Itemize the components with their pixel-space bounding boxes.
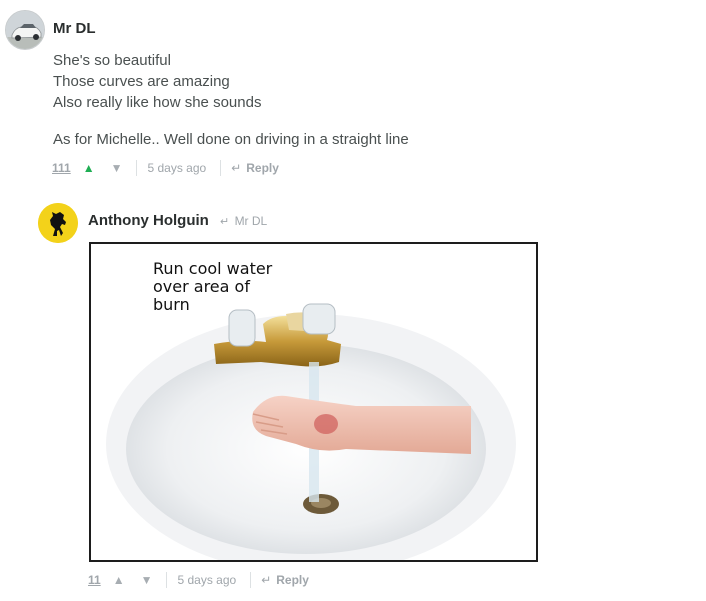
timestamp[interactable]: 5 days ago xyxy=(147,161,206,175)
vote-count[interactable]: 11 xyxy=(88,573,101,587)
comment-author[interactable]: Mr DL xyxy=(53,20,96,37)
divider xyxy=(166,572,168,588)
caption-line: Run cool water xyxy=(153,259,273,278)
image-caption: Run cool water over area of burn xyxy=(153,260,272,314)
reply-button[interactable]: ↵ Reply xyxy=(261,573,309,587)
reply-label: Reply xyxy=(246,161,279,175)
divider xyxy=(136,160,138,176)
reply-to[interactable]: ↵ Mr DL xyxy=(220,214,267,228)
reply-arrow-icon: ↵ xyxy=(220,216,230,228)
comment-line: Also really like how she sounds xyxy=(53,94,262,111)
comment-line: As for Michelle.. Well done on driving i… xyxy=(53,131,409,148)
caption-line: over area of xyxy=(153,277,250,296)
reply-arrow-icon: ↵ xyxy=(261,573,272,587)
user-avatar[interactable] xyxy=(5,10,45,50)
timestamp[interactable]: 5 days ago xyxy=(177,573,236,587)
car-avatar-icon xyxy=(6,11,44,49)
reply-to-name: Mr DL xyxy=(234,214,268,228)
downvote-icon[interactable]: ▼ xyxy=(111,161,123,175)
upvote-icon[interactable]: ▲ xyxy=(83,161,95,175)
comment-body: She's so beautiful Those curves are amaz… xyxy=(53,50,409,150)
vote-count[interactable]: 111 xyxy=(52,161,71,175)
caption-line: burn xyxy=(153,295,190,314)
upvote-icon[interactable]: ▲ xyxy=(113,573,125,587)
reply-arrow-icon: ↵ xyxy=(231,161,242,175)
comment-author[interactable]: Anthony Holguin xyxy=(88,212,209,229)
downvote-icon[interactable]: ▼ xyxy=(141,573,153,587)
comment-image[interactable]: Run cool water over area of burn xyxy=(89,242,538,562)
user-avatar[interactable] xyxy=(38,203,78,243)
comment-line: She's so beautiful xyxy=(53,52,171,69)
divider xyxy=(250,572,252,588)
comment-footer: 11 ▲ ▼ 5 days ago ↵ Reply xyxy=(88,572,309,588)
divider xyxy=(220,160,222,176)
prancing-horse-avatar-icon xyxy=(38,203,78,243)
reply-button[interactable]: ↵ Reply xyxy=(231,161,279,175)
comment-footer: 111 ▲ ▼ 5 days ago ↵ Reply xyxy=(52,160,279,176)
comment-line: Those curves are amazing xyxy=(53,73,230,90)
reply-label: Reply xyxy=(276,573,309,587)
